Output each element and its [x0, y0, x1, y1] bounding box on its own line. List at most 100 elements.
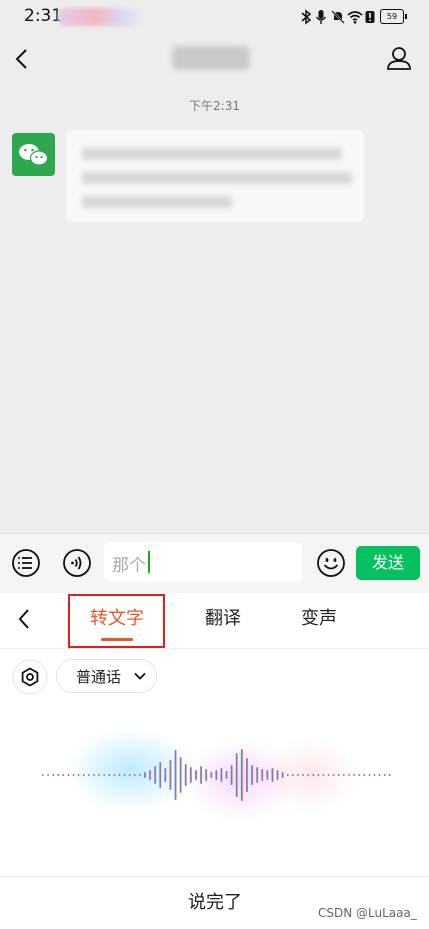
waveform-bar [62, 774, 65, 776]
waveform-bars [42, 749, 391, 801]
waveform-bar [342, 774, 345, 776]
profile-icon[interactable] [385, 44, 413, 72]
waveform-bar [337, 774, 340, 776]
waveform-bar [93, 774, 95, 776]
waveform-bar [47, 774, 50, 776]
panel-back-icon[interactable] [14, 605, 34, 633]
waveform-bar [240, 749, 243, 801]
waveform-bar [77, 774, 80, 776]
back-icon[interactable] [12, 44, 32, 74]
battery-indicator: 59 [380, 9, 404, 24]
wifi-icon [347, 9, 363, 25]
waveform-bar [205, 769, 208, 781]
waveform-bar [195, 770, 197, 780]
waveform-bar [113, 774, 116, 776]
waveform-bar [348, 774, 350, 776]
waveform-bar [123, 774, 126, 776]
divider [0, 648, 429, 649]
audio-waveform [42, 749, 391, 801]
battery-tip [405, 14, 407, 19]
waveform-bar [297, 774, 299, 776]
blurred-chat-title [172, 46, 250, 70]
waveform-bar [184, 764, 187, 786]
emoji-icon[interactable] [316, 548, 346, 578]
waveform-bar [261, 769, 264, 781]
waveform-bar [281, 772, 284, 778]
waveform-bar [307, 774, 310, 776]
waveform-bar [373, 774, 376, 776]
waveform-bar [42, 774, 44, 776]
list-menu-icon[interactable] [11, 548, 41, 578]
waveform-bar [246, 758, 248, 792]
waveform-bar [388, 774, 391, 776]
waveform-bar [225, 771, 228, 779]
waveform-bar [230, 765, 233, 785]
mute-bell-icon [331, 9, 345, 25]
waveform-bar [256, 767, 259, 783]
waveform-bar [174, 750, 177, 800]
waveform-bar [118, 774, 121, 776]
waveform-bar [57, 774, 60, 776]
waveform-bar [276, 770, 279, 780]
waveform-bar [271, 768, 274, 782]
divider [0, 876, 429, 877]
waveform-bar [368, 774, 371, 776]
waveform-bar [332, 774, 335, 776]
waveform-bar [179, 757, 182, 793]
finish-speaking-button[interactable]: 说完了 [150, 888, 280, 918]
message-timestamp: 下午2:31 [189, 99, 240, 113]
waveform-bar [52, 774, 55, 776]
waveform-bar [72, 774, 75, 776]
waveform-bar [378, 774, 381, 776]
waveform-bar [98, 774, 101, 776]
waveform-bar [149, 770, 152, 780]
watermark: CSDN @LuLaaa_ [318, 906, 417, 920]
waveform-bar [235, 753, 238, 797]
waveform-bar [154, 766, 157, 784]
waveform-bar [103, 774, 106, 776]
waveform-bar [87, 774, 90, 776]
waveform-bar [164, 768, 167, 782]
highlight-annotation-box [68, 594, 165, 648]
status-time: 2:31 [24, 6, 63, 26]
waveform-bar [144, 772, 146, 778]
waveform-bar [220, 768, 223, 782]
waveform-bar [317, 774, 320, 776]
waveform-bar [200, 766, 203, 784]
waveform-bar [128, 774, 131, 776]
waveform-bar [291, 774, 294, 776]
waveform-bar [108, 774, 111, 776]
waveform-bar [358, 774, 361, 776]
bluetooth-icon [300, 9, 312, 25]
waveform-bar [210, 772, 213, 778]
waveform-bar [322, 774, 325, 776]
waveform-bar [251, 765, 254, 785]
waveform-bar [169, 760, 172, 790]
waveform-bar [189, 767, 192, 783]
waveform-bar [383, 774, 386, 776]
waveform-bar [266, 770, 269, 780]
wechat-logo-icon [19, 144, 49, 166]
waveform-bar [133, 774, 136, 776]
alert-icon [365, 9, 375, 25]
waveform-bar [215, 770, 218, 780]
tab-translate[interactable]: 翻译 [188, 604, 258, 630]
blurred-message-bubble[interactable] [66, 130, 364, 222]
waveform-bar [302, 774, 305, 776]
message-input-value: 那个 [112, 556, 146, 576]
text-caret [148, 551, 150, 573]
tab-voice-change[interactable]: 变声 [284, 604, 354, 630]
waveform-bar [363, 774, 366, 776]
microphone-icon [315, 9, 327, 25]
avatar[interactable] [12, 133, 55, 176]
blurred-notification-icons [58, 8, 140, 26]
waveform-bar [159, 762, 162, 788]
waveform-bar [327, 774, 330, 776]
waveform-bar [353, 774, 356, 776]
waveform-bar [312, 774, 315, 776]
waveform-bar [82, 774, 85, 776]
waveform-bar [138, 774, 141, 776]
voice-input-icon[interactable] [62, 548, 92, 578]
send-button[interactable]: 发送 [356, 546, 420, 580]
waveform-bar [286, 774, 289, 776]
